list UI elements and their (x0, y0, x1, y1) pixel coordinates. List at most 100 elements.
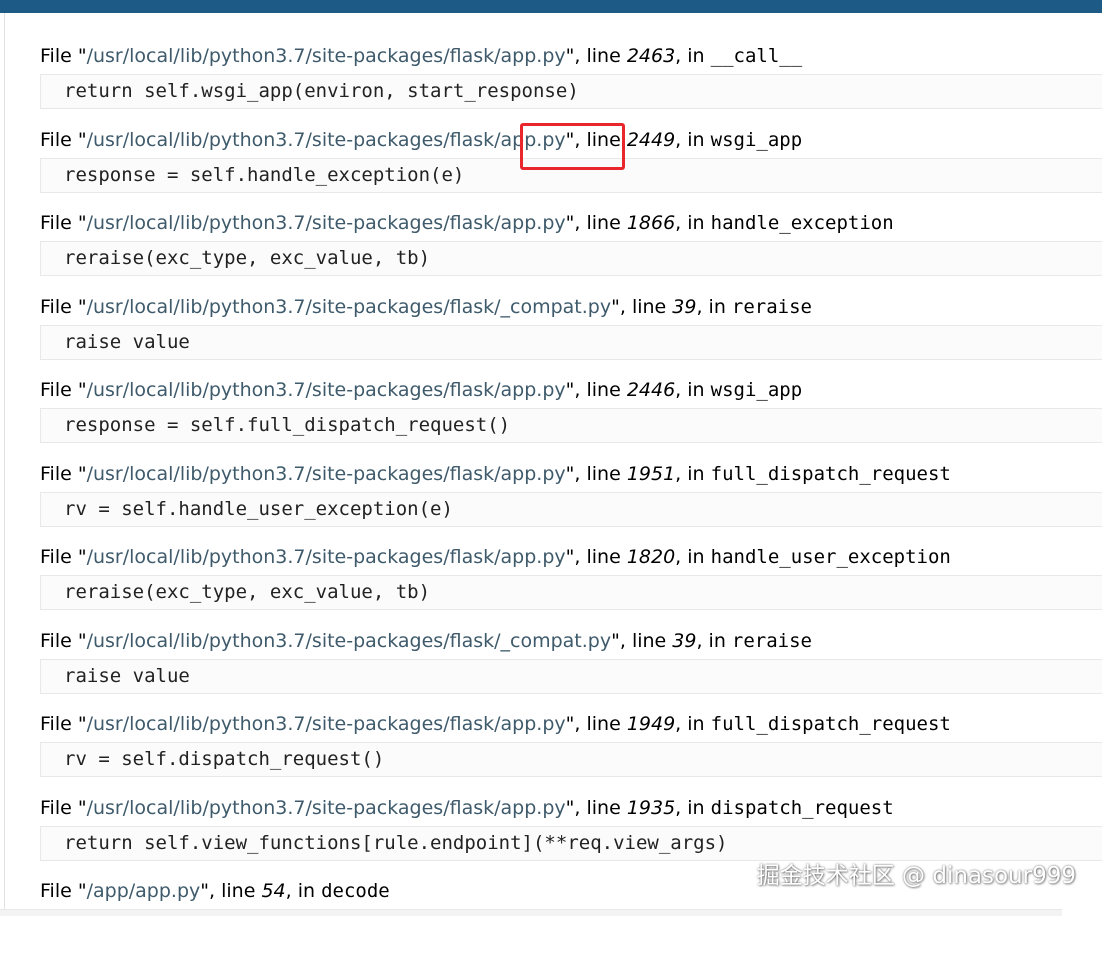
file-label: File (40, 212, 78, 234)
file-label: File (40, 379, 78, 401)
line-number: 1866 (626, 212, 676, 234)
file-path: /usr/local/lib/python3.7/site-packages/f… (86, 379, 566, 401)
code-line: reraise(exc_type, exc_value, tb) (64, 581, 431, 603)
function-name: wsgi_app (710, 128, 803, 151)
file-path: /usr/local/lib/python3.7/site-packages/f… (86, 45, 566, 67)
file-label: File (40, 713, 78, 735)
watermark: 掘金技术社区 @ dinasour999 (756, 863, 1076, 889)
code-line: rv = self.handle_user_exception(e) (64, 497, 453, 520)
file-label: File (40, 462, 78, 485)
left-border (4, 13, 5, 915)
traceback-frame: File "/usr/local/lib/python3.7/site-pack… (40, 709, 1102, 793)
line-number: 2449 (626, 128, 676, 151)
code-box: return self.view_functions[rule.endpoint… (40, 825, 1102, 861)
line-label: , line (574, 212, 627, 234)
file-line: File "/usr/local/lib/python3.7/site-pack… (40, 459, 1102, 489)
code-line: return self.wsgi_app(environ, start_resp… (64, 80, 579, 102)
quote-mark: " (200, 880, 210, 902)
code-line: response = self.handle_exception(e) (64, 163, 465, 186)
traceback-frame: File "/usr/local/lib/python3.7/site-pack… (40, 292, 1102, 376)
file-label: File (40, 546, 78, 568)
file-path: /usr/local/lib/python3.7/site-packages/f… (86, 713, 566, 735)
traceback-frame: File "/usr/local/lib/python3.7/site-pack… (40, 208, 1102, 292)
file-line: File "/usr/local/lib/python3.7/site-pack… (40, 793, 1102, 823)
function-name: decode (321, 880, 390, 902)
code-line: return self.view_functions[rule.endpoint… (64, 831, 728, 854)
code-line: raise value (64, 664, 190, 687)
function-name: wsgi_app (710, 379, 803, 401)
in-label: , in (675, 546, 711, 568)
code-line: raise value (64, 330, 190, 353)
file-label: File (40, 295, 78, 318)
highlight-annotation (520, 123, 625, 170)
file-line: File "/usr/local/lib/python3.7/site-pack… (40, 709, 1102, 739)
line-label: , line (574, 45, 627, 67)
file-path: /usr/local/lib/python3.7/site-packages/f… (86, 629, 612, 652)
file-label: File (40, 796, 78, 819)
line-number: 39 (672, 295, 697, 318)
file-label: File (40, 128, 78, 151)
quote-mark: " (77, 462, 87, 485)
in-label: , in (675, 45, 711, 67)
file-line: File "/usr/local/lib/python3.7/site-pack… (40, 626, 1102, 656)
quote-mark: " (77, 128, 87, 151)
line-number: 39 (672, 629, 697, 652)
traceback-frame: File "/usr/local/lib/python3.7/site-pack… (40, 375, 1102, 459)
code-line: rv = self.dispatch_request() (64, 748, 385, 770)
line-label: , line (574, 713, 627, 735)
line-number: 1951 (626, 462, 676, 485)
line-label: , line (619, 295, 673, 318)
quote-mark: " (77, 295, 87, 318)
line-label: , line (209, 880, 262, 902)
line-label: , line (574, 796, 627, 819)
code-line: response = self.full_dispatch_request() (64, 414, 511, 436)
function-name: dispatch_request (710, 796, 894, 819)
file-label: File (40, 45, 78, 67)
quote-mark: " (77, 629, 87, 652)
line-number: 54 (261, 880, 286, 902)
in-label: , in (675, 212, 711, 234)
file-line: File "/usr/local/lib/python3.7/site-pack… (40, 375, 1102, 405)
code-box: raise value (40, 658, 1102, 694)
quote-mark: " (611, 629, 620, 652)
line-label: , line (619, 629, 673, 652)
quote-mark: " (77, 796, 87, 819)
code-box: rv = self.dispatch_request() (40, 742, 1102, 777)
file-path: /usr/local/lib/python3.7/site-packages/f… (86, 462, 566, 485)
line-number: 1820 (626, 546, 676, 568)
quote-mark: " (77, 713, 87, 735)
line-number: 2463 (626, 45, 676, 67)
line-number: 2446 (626, 379, 676, 401)
in-label: , in (285, 880, 322, 902)
function-name: handle_user_exception (710, 546, 951, 568)
function-name: full_dispatch_request (710, 462, 951, 485)
code-line: reraise(exc_type, exc_value, tb) (64, 247, 431, 269)
function-name: full_dispatch_request (710, 713, 951, 735)
quote-mark: " (611, 295, 620, 318)
in-label: , in (675, 379, 711, 401)
in-label: , in (675, 796, 711, 819)
code-box: raise value (40, 324, 1102, 360)
traceback-frame: File "/usr/local/lib/python3.7/site-pack… (40, 626, 1102, 710)
quote-mark: " (77, 546, 87, 568)
file-label: File (40, 880, 78, 902)
line-number: 1949 (626, 713, 676, 735)
traceback-frame: File "/usr/local/lib/python3.7/site-pack… (40, 41, 1102, 125)
line-number: 1935 (626, 796, 676, 819)
file-path: /usr/local/lib/python3.7/site-packages/f… (86, 128, 566, 151)
function-name: reraise (731, 295, 812, 318)
in-label: , in (675, 128, 711, 151)
line-label: , line (574, 546, 627, 568)
function-name: handle_exception (710, 212, 894, 234)
file-line: File "/usr/local/lib/python3.7/site-pack… (40, 542, 1102, 572)
file-line: File "/usr/local/lib/python3.7/site-pack… (40, 41, 1102, 71)
code-box: reraise(exc_type, exc_value, tb) (40, 575, 1102, 610)
function-name: reraise (731, 629, 812, 652)
file-path: /usr/local/lib/python3.7/site-packages/f… (86, 796, 566, 819)
line-label: , line (574, 379, 627, 401)
code-box: return self.wsgi_app(environ, start_resp… (40, 74, 1102, 109)
quote-mark: " (77, 212, 87, 234)
traceback: File "/usr/local/lib/python3.7/site-pack… (40, 41, 1102, 960)
in-label: , in (675, 462, 711, 485)
file-label: File (40, 629, 78, 652)
